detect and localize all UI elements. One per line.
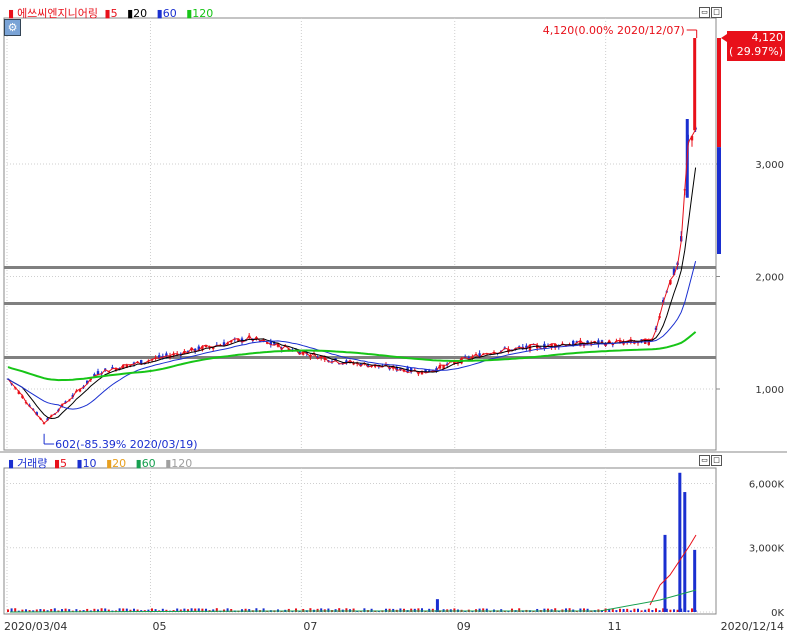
volume-panel-frame: [3, 467, 717, 615]
volume-bar: [687, 610, 690, 612]
volume-spike-bar: [693, 549, 697, 612]
y-tick-label: 1,000: [755, 385, 784, 396]
volume-bar: [413, 608, 416, 612]
last-candle-up: [717, 38, 721, 148]
volume-bar: [403, 608, 405, 612]
vol-ma120-label: ▮120: [165, 457, 193, 470]
current-price-box: 4,120 ( 29.97%): [727, 31, 785, 61]
volume-maximize-icon[interactable]: □: [711, 455, 722, 466]
candle-body: [693, 38, 697, 131]
volume-bar: [388, 608, 391, 612]
volume-bar: [626, 608, 629, 612]
settings-icon[interactable]: ⚙: [4, 19, 21, 36]
volume-bar: [302, 608, 305, 612]
vol-ma20-label: ▮20: [106, 457, 127, 470]
maximize-icon[interactable]: □: [711, 7, 722, 18]
volume-restore-icon[interactable]: ▭: [699, 455, 710, 466]
volume-bar: [392, 608, 395, 612]
volume-spike-bar: [663, 534, 667, 612]
x-tick-label: 2020/03/04: [4, 620, 67, 633]
volume-bar: [633, 608, 636, 612]
volume-bar: [691, 608, 693, 612]
ma20-label: ▮20: [127, 7, 148, 20]
ma60-label: ▮60: [156, 7, 177, 20]
volume-bar: [7, 609, 9, 612]
volume-bar: [10, 608, 13, 612]
restore-icon[interactable]: ▭: [699, 7, 710, 18]
x-tick-label: 05: [152, 620, 166, 633]
last-candle-down: [717, 147, 721, 254]
vol-tick-label: 6,000K: [749, 479, 785, 490]
vol-ma5-label: ▮5: [53, 457, 67, 470]
volume-bar: [611, 609, 614, 612]
x-tick-label: 2020/12/14: [721, 620, 784, 633]
volume-bar: [428, 608, 431, 612]
current-change: ( 29.97%): [728, 45, 783, 58]
volume-legend: ▮ 거래량 ▮5 ▮10 ▮20 ▮60 ▮120: [8, 455, 198, 471]
volume-bar: [637, 608, 639, 612]
low-annotation: 602(-85.39% 2020/03/19): [55, 438, 197, 451]
vol-tick-label: 0K: [771, 608, 784, 619]
y-tick-label: 3,000: [755, 160, 784, 171]
volume-bar: [647, 608, 650, 612]
y-tick-label: 2,000: [755, 273, 784, 284]
volume-spike-bar: [435, 599, 439, 612]
high-annotation: 4,120(0.00% 2020/12/07): [543, 24, 685, 37]
vol-ma10-label: ▮10: [76, 457, 97, 470]
ma120-label: ▮120: [186, 7, 214, 20]
volume-bar: [622, 609, 625, 612]
volume-bar: [431, 608, 434, 612]
ma5-label: ▮5: [104, 7, 118, 20]
volume-bar: [370, 608, 373, 612]
vol-ma60-label: ▮60: [135, 457, 156, 470]
vol-tick-label: 3,000K: [749, 544, 785, 555]
stock-chart-window: 1,000 2,000 3,000 0K 3,000K 6,000K 4,120(0.00%…: [0, 0, 787, 633]
volume-bar: [14, 608, 17, 612]
volume-bar: [673, 609, 675, 612]
volume-bar: [669, 609, 672, 612]
volume-bar: [676, 609, 679, 612]
chart-canvas: 1,000 2,000 3,000 0K 3,000K 6,000K 4,120(0.00%…: [0, 17, 787, 633]
volume-bar: [655, 608, 657, 612]
volume-bar: [615, 610, 618, 612]
volume-title: 거래량: [17, 457, 48, 470]
stock-name: 에쓰씨엔지니어링: [17, 7, 99, 20]
price-panel-frame: [3, 17, 717, 451]
x-tick-label: 07: [303, 620, 317, 633]
volume-bar: [644, 609, 647, 612]
volume-bar: [640, 610, 643, 612]
volume-bar: [385, 608, 387, 612]
current-price: 4,120: [751, 31, 784, 44]
x-tick-label: 11: [608, 620, 622, 633]
price-legend: ▮ 에쓰씨엔지니어링 ▮5 ▮20 ▮60 ▮120: [8, 5, 219, 21]
volume-spike-bar: [678, 472, 682, 612]
x-tick-label: 09: [457, 620, 471, 633]
volume-bar: [629, 610, 632, 612]
volume-bar: [536, 608, 539, 612]
volume-bar: [586, 608, 589, 612]
volume-bar: [619, 608, 621, 612]
volume-bar: [658, 610, 661, 612]
volume-bar: [651, 610, 654, 612]
price-legend-marker: ▮: [8, 7, 15, 20]
volume-legend-marker: ▮: [8, 457, 15, 470]
volume-bar: [316, 608, 319, 612]
